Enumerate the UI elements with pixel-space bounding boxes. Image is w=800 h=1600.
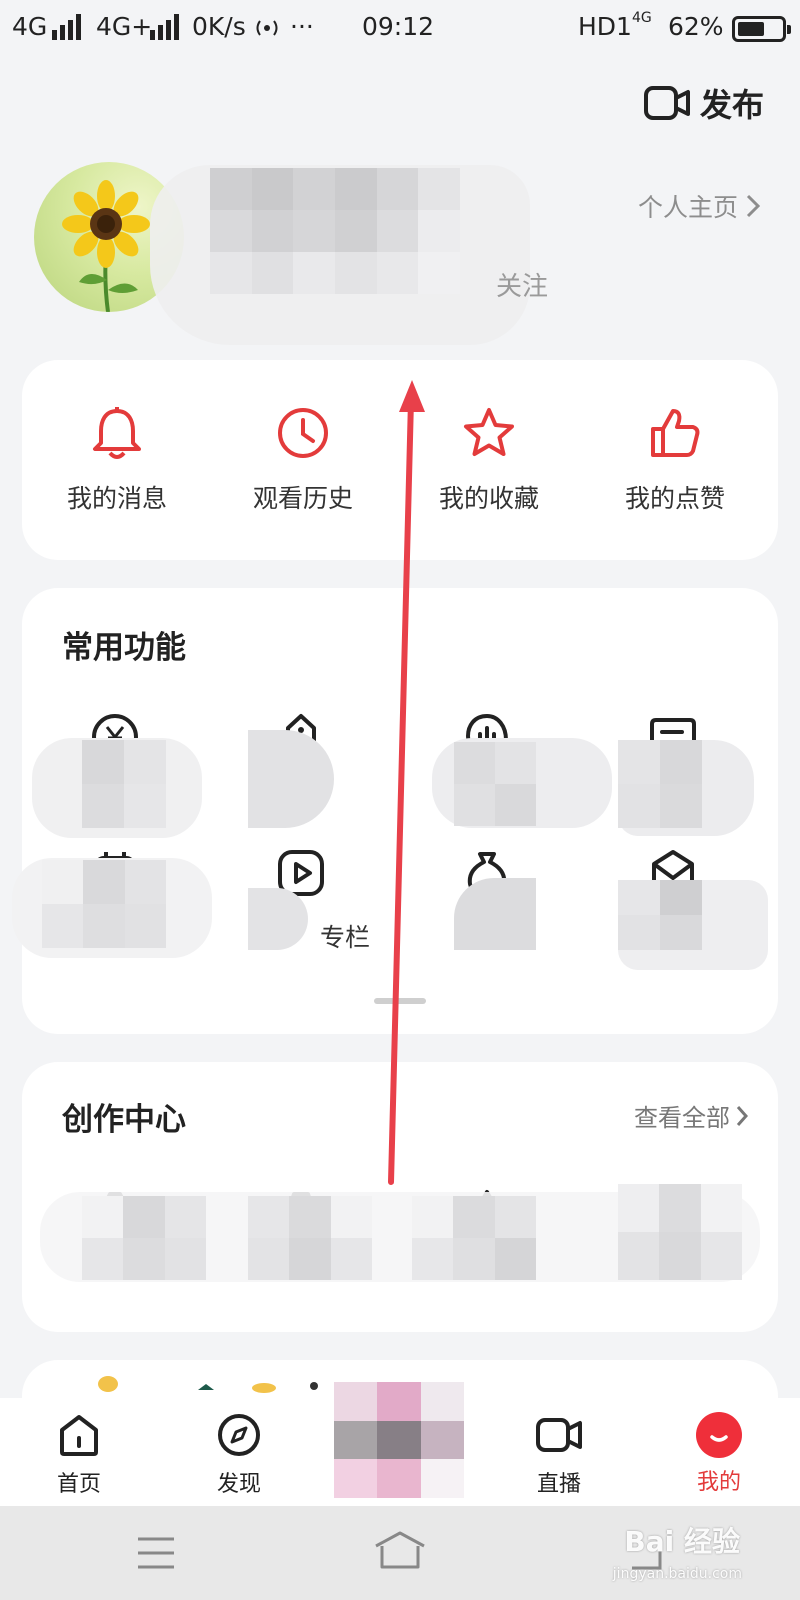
pixelated-label (82, 1196, 206, 1280)
quick-action-likes[interactable]: 我的点赞 (580, 405, 770, 515)
more-dots: ··· (290, 12, 314, 41)
hd-label: HD1 (578, 12, 632, 41)
menu-icon[interactable] (136, 1536, 176, 1570)
battery-icon (732, 16, 791, 42)
nav-home[interactable]: 首页 (24, 1412, 134, 1498)
nav-label: 直播 (536, 1472, 581, 1497)
status-bar: 4G 4G+ 0K/s ··· 09:12 HD1 4G 62% (0, 0, 800, 56)
pixelated-username-mosaic (210, 168, 460, 294)
watermark-url: jingyan.baidu.com (612, 1566, 742, 1582)
clock-time: 09:12 (362, 12, 435, 41)
pixelated-label (618, 740, 702, 828)
pixelated-label (454, 742, 536, 826)
live-camera-icon (536, 1418, 582, 1452)
quick-action-messages[interactable]: 我的消息 (22, 405, 212, 515)
net-small-label: 4G (632, 10, 652, 26)
pixelated-label (412, 1196, 536, 1280)
pixelated-label (248, 888, 308, 950)
page-indicator[interactable] (374, 998, 426, 1004)
me-icon (696, 1412, 742, 1458)
publish-button[interactable]: 发布 (643, 80, 764, 126)
view-all-label: 查看全部 (634, 1104, 730, 1132)
watermark-text: Bai 经验 (624, 1525, 740, 1558)
home-icon (60, 1415, 98, 1456)
nav-discover[interactable]: 发现 (184, 1412, 294, 1498)
creator-center-card: 创作中心 查看全部 (22, 1062, 778, 1332)
nav-live[interactable]: 直播 (504, 1412, 614, 1498)
pixelated-label (248, 1196, 372, 1280)
pixelated-label (454, 878, 536, 950)
quick-action-label: 我的消息 (66, 484, 167, 513)
network-label-1: 4G (12, 12, 48, 41)
bottom-nav: 首页 发现 直播 我的 (0, 1382, 800, 1506)
pixelated-label (82, 740, 166, 828)
chevron-right-icon (736, 1105, 748, 1126)
nav-label: 我的 (696, 1470, 741, 1495)
net-speed: 0K/s (192, 12, 246, 41)
signal-icon (52, 14, 81, 40)
battery-percent: 62% (668, 12, 724, 41)
common-functions-card: 常用功能 专栏 (12, 588, 778, 1034)
homepage-label: 个人主页 (637, 193, 738, 222)
home-system-icon[interactable] (374, 1530, 426, 1570)
chevron-right-icon (746, 194, 760, 218)
quick-action-label: 我的点赞 (624, 484, 725, 513)
homepage-link[interactable]: 个人主页 (638, 188, 760, 224)
star-icon (464, 408, 514, 456)
nav-center-avatar[interactable] (334, 1382, 464, 1498)
quick-actions-card: 我的消息 观看历史 我的收藏 我的点赞 (22, 360, 778, 560)
quick-action-label: 观看历史 (252, 484, 353, 513)
nav-label: 发现 (216, 1472, 261, 1497)
quick-action-history[interactable]: 观看历史 (208, 405, 398, 515)
pixelated-label (618, 880, 702, 950)
compass-icon (218, 1414, 260, 1456)
quick-action-label: 我的收藏 (438, 484, 539, 513)
follow-label: 关注 (496, 272, 549, 302)
video-camera-icon (643, 86, 690, 120)
hotspot-icon (256, 20, 278, 36)
pixelated-label (618, 1184, 742, 1280)
signal-icon-2 (150, 14, 179, 40)
bell-icon (93, 407, 141, 459)
creator-center-title: 创作中心 (62, 1102, 186, 1138)
network-label-2: 4G+ (96, 12, 153, 41)
publish-label: 发布 (699, 86, 764, 124)
common-functions-title: 常用功能 (62, 630, 186, 666)
quick-action-favorites[interactable]: 我的收藏 (394, 405, 584, 515)
function-label-partial: 专栏 (320, 923, 371, 952)
view-all-link[interactable]: 查看全部 (634, 1098, 748, 1133)
nav-me[interactable]: 我的 (664, 1412, 774, 1496)
thumbs-up-icon (651, 409, 700, 457)
pixelated-label (42, 860, 166, 948)
clock-icon (278, 408, 328, 458)
nav-label: 首页 (56, 1472, 101, 1497)
